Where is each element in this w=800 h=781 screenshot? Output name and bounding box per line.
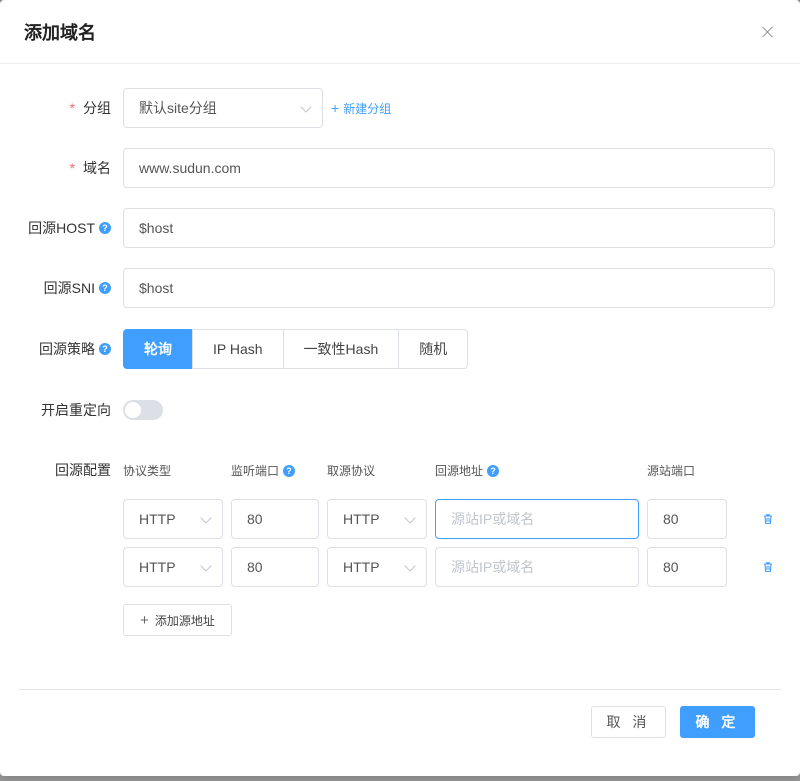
listen-port-input[interactable]: 80 [231,547,319,587]
strategy-ip-hash[interactable]: IP Hash [192,329,284,369]
origin-config-label: 回源配置 [55,462,111,478]
column-fetch-protocol: 取源协议 [327,464,376,478]
add-origin-button[interactable]: + 添加源地址 [123,604,232,636]
required-mark: * [69,160,75,176]
fetch-protocol-select[interactable]: HTTP [327,547,427,587]
strategy-round-robin[interactable]: 轮询 [123,329,193,369]
trash-icon[interactable] [762,561,774,573]
origin-host-input[interactable]: $host [123,208,775,248]
strategy-random[interactable]: 随机 [398,329,469,369]
chevron-down-icon [200,512,212,524]
group-label: * 分组 [69,100,111,116]
chevron-down-icon [404,560,416,572]
origin-sni-input[interactable]: $host [123,268,775,308]
origin-host-row: 回源HOST ? $host [0,208,775,248]
origin-port-input[interactable]: 80 [647,547,727,587]
origin-sni-label: 回源SNI ? [0,278,123,298]
column-origin-port: 源站端口 [647,464,696,478]
listen-port-input[interactable]: 80 [231,499,319,539]
group-row: * 分组 默认site分组 + 新建分组 [0,88,391,128]
trash-icon[interactable] [762,513,774,525]
column-listen-port: 监听端口 ? [231,462,296,479]
origin-address-input[interactable]: 源站IP或域名 [435,547,639,587]
chevron-down-icon [300,101,312,113]
domain-input[interactable]: www.sudun.com [123,148,775,188]
dialog-title: 添加域名 [24,22,96,43]
question-icon[interactable]: ? [487,464,500,477]
strategy-label: 回源策略 ? [0,339,123,359]
column-origin-address: 回源地址 ? [435,462,500,479]
question-icon[interactable]: ? [283,464,296,477]
origin-sni-row: 回源SNI ? $host [0,268,775,308]
domain-row: * 域名 www.sudun.com [0,148,775,188]
group-select[interactable]: 默认site分组 [123,88,323,128]
question-icon[interactable]: ? [99,282,111,294]
add-domain-dialog: 添加域名 * 分组 默认site分组 + 新建分组 * 域名 www.sudun… [0,0,800,776]
new-group-link[interactable]: + 新建分组 [331,100,391,117]
strategy-consistent-hash[interactable]: 一致性Hash [282,329,400,369]
fetch-protocol-select[interactable]: HTTP [327,499,427,539]
plus-icon: + [331,100,340,116]
redirect-row: 开启重定向 [0,400,163,420]
question-icon[interactable]: ? [99,222,111,234]
chevron-down-icon [404,512,416,524]
domain-label: * 域名 [69,160,111,176]
redirect-toggle[interactable] [123,400,163,420]
origin-config-row: 回源配置 [0,460,123,480]
dialog-header: 添加域名 [0,0,800,64]
chevron-down-icon [200,560,212,572]
origin-port-input[interactable]: 80 [647,499,727,539]
close-icon[interactable] [760,24,776,40]
protocol-select[interactable]: HTTP [123,499,223,539]
plus-icon: + [140,611,149,629]
strategy-row: 回源策略 ? 轮询 IP Hash 一致性Hash 随机 [0,329,469,369]
cancel-button[interactable]: 取 消 [591,706,666,738]
confirm-button[interactable]: 确 定 [680,706,755,738]
column-protocol: 协议类型 [123,464,172,478]
required-mark: * [69,100,75,116]
strategy-button-group: 轮询 IP Hash 一致性Hash 随机 [123,329,469,369]
question-icon[interactable]: ? [99,343,111,355]
footer-divider [19,689,781,690]
origin-address-input[interactable]: 源站IP或域名 [435,499,639,539]
protocol-select[interactable]: HTTP [123,547,223,587]
redirect-label: 开启重定向 [41,402,111,418]
origin-host-label: 回源HOST ? [0,218,123,238]
